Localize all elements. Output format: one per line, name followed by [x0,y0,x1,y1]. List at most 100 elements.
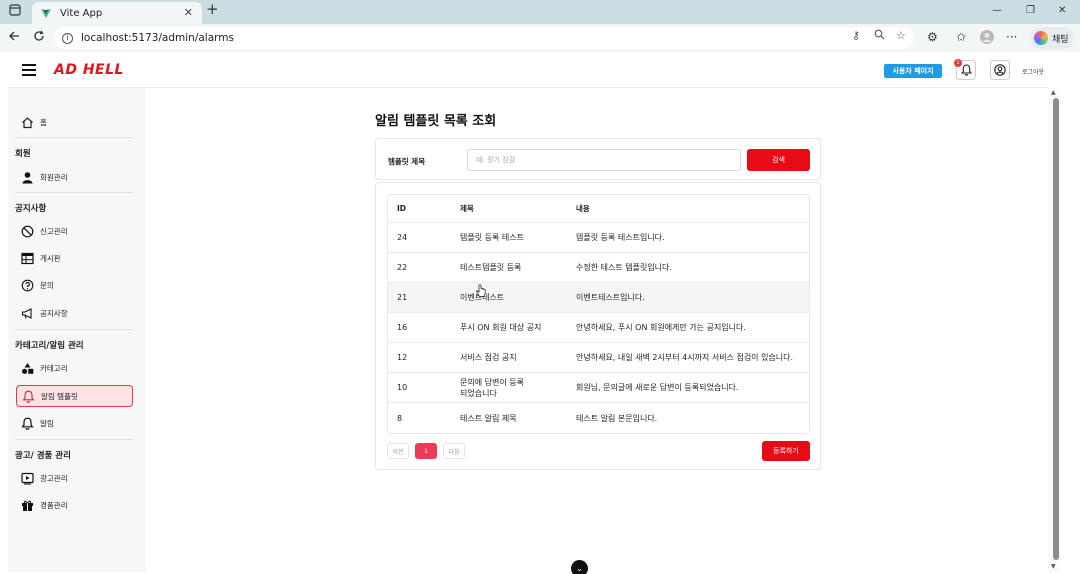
minimize-button[interactable]: — [992,4,1002,18]
logout-link[interactable]: 로그아웃 [1022,67,1044,76]
refresh-icon[interactable] [33,30,45,46]
sidebar-item-label: 문의 [40,280,54,290]
sidebar-divider [15,329,134,330]
url-text: localhost:5173/admin/alarms [81,32,234,44]
search-button[interactable]: 검색 [747,149,810,171]
megaphone-icon [20,306,34,320]
sidebar-item-prizes[interactable]: 경품관리 [16,494,133,516]
cell-title: 템플릿 등록 테스트 [460,233,524,242]
cell-content: 테스트 알림 본문입니다. [576,413,658,423]
sidebar-item-category[interactable]: 카테고리 [16,357,133,379]
cell-id: 8 [397,413,403,423]
notification-badge: 1 [954,59,962,67]
app-header: AD HELL 사용자 페이지 1 로그아웃 [8,54,1048,88]
bell-icon [960,61,972,80]
extensions-icon[interactable]: ⚙ [927,30,938,44]
hamburger-menu-icon[interactable] [22,64,36,76]
sidebar-item-home[interactable]: 홈 [16,111,133,133]
sidebar-item-label: 홈 [40,117,47,127]
main-content: 알림 템플릿 목록 조회 템플릿 제목 검색 ID 제목 내용 24 템플릿 등… [146,88,1048,572]
bell-icon [20,416,34,430]
scroll-up-icon[interactable]: ▲ [1051,89,1056,96]
table-row[interactable]: 12 서비스 점검 공지 안녕하세요, 내일 새벽 2시부터 4시까지 서비스 … [388,343,809,373]
copilot-chat-button[interactable]: 채팅 [1030,27,1074,49]
template-table: ID 제목 내용 24 템플릿 등록 테스트 템플릿 등록 테스트입니다. 22… [387,194,810,434]
template-title-search-input[interactable] [467,149,741,171]
more-menu-icon[interactable]: ··· [1006,30,1017,44]
favorite-star-icon[interactable]: ☆ [896,29,906,42]
url-bar[interactable]: i localhost:5173/admin/alarms [54,27,914,49]
scrollbar-thumb[interactable] [1053,98,1059,560]
register-button[interactable]: 등록하기 [762,441,810,461]
maximize-button[interactable]: ❐ [1026,4,1035,18]
sidebar-section-members: 회원 [15,149,31,159]
column-header-content: 내용 [576,204,590,213]
user-page-button[interactable]: 사용자 페이지 [884,64,942,78]
app-logo[interactable]: AD HELL [54,62,124,78]
window-close-button[interactable]: ✕ [1058,4,1066,18]
bell-icon [21,389,35,403]
sidebar-item-label: 광고관리 [40,473,68,483]
account-button[interactable] [990,60,1010,80]
tab-actions-icon[interactable] [9,4,21,20]
key-icon[interactable]: ⚷ [852,29,860,42]
cell-id: 10 [397,383,408,392]
cell-id: 12 [397,353,408,362]
cell-content: 안녕하세요, 내일 새벽 2시부터 4시까지 서비스 점검이 있습니다. [576,353,794,362]
home-icon [20,115,34,129]
cell-id: 21 [397,293,408,302]
sidebar-divider [15,439,134,440]
page-title: 알림 템플릿 목록 조회 [375,114,497,129]
table-header-row: ID 제목 내용 [388,195,809,223]
cell-content: 이벤트테스트입니다. [576,293,645,302]
profile-avatar-icon[interactable] [980,30,994,47]
sidebar-item-ads[interactable]: 광고관리 [16,467,133,489]
sidebar: 홈 회원 회원관리 공지사항 신고관리 게시판 문의 공지사항 카테고리/알림 … [8,88,146,572]
table-card: ID 제목 내용 24 템플릿 등록 테스트 템플릿 등록 테스트입니다. 22… [375,182,821,470]
sidebar-item-label: 공지사항 [40,308,68,318]
cell-content: 수정한 테스트 템플릿입니다. [576,263,672,272]
cell-id: 22 [397,263,408,272]
tab-close-icon[interactable]: ✕ [184,6,193,19]
site-info-icon[interactable]: i [62,32,73,44]
user-circle-icon [994,61,1006,80]
copilot-label: 채팅 [1052,34,1069,45]
browser-tab-bar: Vite App ✕ + — ❐ ✕ [0,0,1080,24]
table-row[interactable]: 10 문의에 답변이 등록되었습니다 회원님, 문의글에 새로운 답변이 등록되… [388,373,809,403]
cell-content: 회원님, 문의글에 새로운 답변이 등록되었습니다. [576,383,739,392]
scroll-down-icon[interactable]: ▼ [1051,563,1056,570]
table-row[interactable]: 22 테스트템플릿 등록 수정한 테스트 템플릿입니다. [388,253,809,283]
page-1-button[interactable]: 1 [415,443,437,459]
column-header-id: ID [397,204,407,213]
browser-tab[interactable]: Vite App ✕ [32,2,202,24]
sidebar-item-board[interactable]: 게시판 [16,247,133,269]
back-arrow-icon[interactable] [8,30,20,46]
favorites-icon[interactable]: ✩ [956,30,966,44]
sidebar-item-notice[interactable]: 공지사항 [16,302,133,324]
scroll-down-circle-icon[interactable]: ⌄ [571,560,588,574]
sidebar-item-alarm[interactable]: 알림 [16,412,133,434]
prev-page-button[interactable]: 이전 [387,443,409,459]
search-label: 템플릿 제목 [388,157,426,166]
sidebar-item-reports[interactable]: 신고관리 [16,220,133,242]
page-scrollbar[interactable]: ▲ ▼ [1048,88,1060,572]
vite-logo-icon [40,7,52,19]
sidebar-item-label: 카테고리 [40,363,68,373]
table-row[interactable]: 21 이벤트테스트 이벤트테스트입니다. [388,283,809,313]
address-row: i localhost:5173/admin/alarms ⚷ ☆ ⚙ ✩ ··… [0,24,1080,52]
sidebar-divider [15,137,134,138]
cell-id: 16 [397,323,408,332]
zoom-icon[interactable] [874,29,885,43]
copilot-icon [1034,31,1048,45]
next-page-button[interactable]: 다음 [443,443,465,459]
table-row[interactable]: 8 테스트 알림 제목 테스트 알림 본문입니다. [388,403,809,433]
sidebar-item-label: 경품관리 [40,500,68,510]
table-row[interactable]: 24 템플릿 등록 테스트 템플릿 등록 테스트입니다. [388,223,809,253]
sidebar-item-inquiry[interactable]: 문의 [16,274,133,296]
sidebar-item-alarm-template[interactable]: 알림 템플릿 [16,385,133,407]
table-row[interactable]: 16 푸시 ON 회원 대상 공지 안녕하세요, 푸시 ON 회원에게만 가는 … [388,313,809,343]
sidebar-item-members[interactable]: 회원관리 [16,166,133,188]
search-card: 템플릿 제목 검색 [375,138,821,180]
new-tab-button[interactable]: + [206,2,219,17]
pagination: 이전 1 다음 [387,443,465,459]
